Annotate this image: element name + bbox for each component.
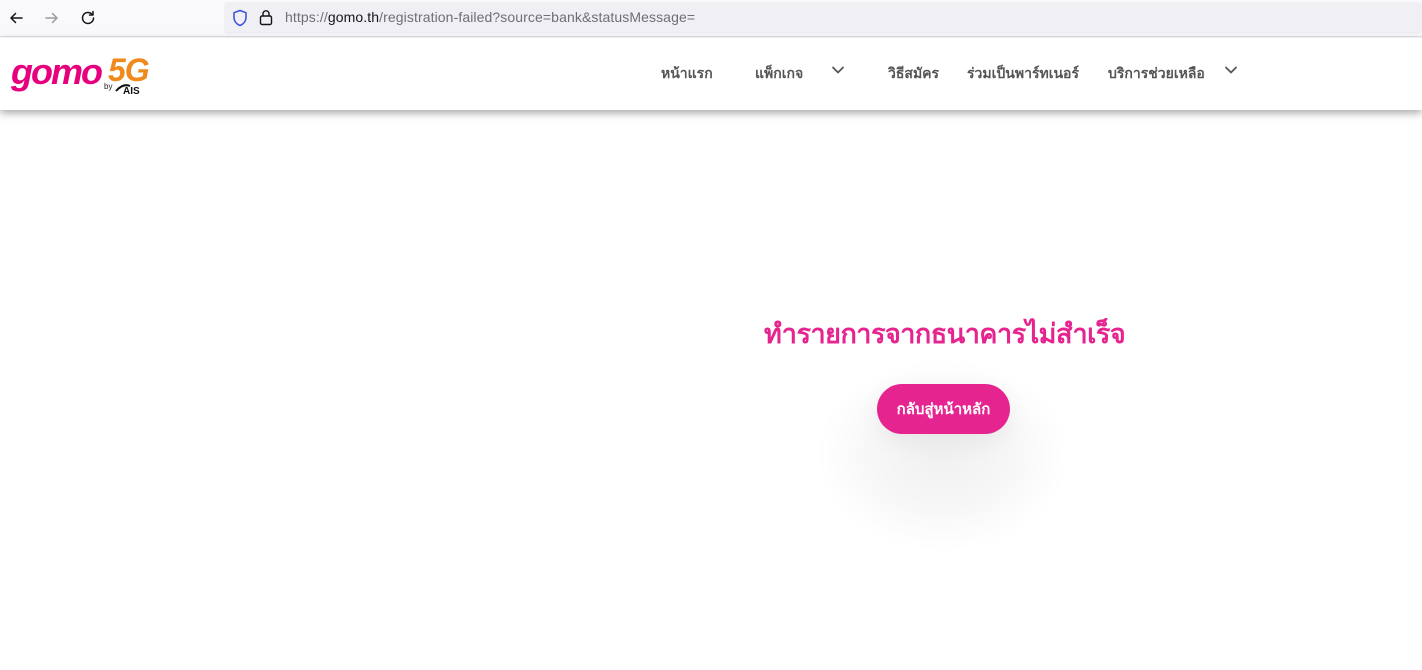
nav-support[interactable]: บริการช่วยเหลือ — [1108, 63, 1205, 85]
browser-toolbar: https://gomo.th/registration-failed?sour… — [0, 0, 1422, 37]
back-to-home-button[interactable]: กลับสู่หน้าหลัก — [877, 384, 1010, 434]
nav-how-to-register[interactable]: วิธีสมัคร — [888, 63, 939, 85]
reload-icon — [81, 10, 95, 25]
shield-icon[interactable] — [232, 9, 248, 27]
forward-arrow-icon — [45, 12, 58, 24]
nav-partner[interactable]: ร่วมเป็นพาร์ทเนอร์ — [967, 63, 1079, 85]
url-host: gomo.th — [327, 9, 380, 25]
reload-button[interactable] — [76, 6, 100, 30]
back-button[interactable] — [4, 6, 28, 30]
url-path: /registration-failed?source=bank&statusM… — [379, 9, 696, 25]
nav-home[interactable]: หน้าแรก — [661, 63, 713, 85]
url-scheme: https:// — [285, 9, 328, 25]
url-bar[interactable]: https://gomo.th/registration-failed?sour… — [224, 2, 1422, 34]
logo-word: gomo — [11, 51, 103, 92]
gomo-logo[interactable]: gomo 5G by AIS — [11, 52, 153, 98]
back-arrow-icon — [10, 12, 23, 24]
chevron-down-icon[interactable] — [831, 65, 845, 75]
logo-by: by — [104, 82, 113, 91]
page-title: ทำรายการจากธนาคารไม่สำเร็จ — [764, 319, 1126, 350]
url-text[interactable]: https://gomo.th/registration-failed?sour… — [285, 9, 695, 25]
chevron-down-icon[interactable] — [1224, 65, 1238, 75]
logo-ais: AIS — [123, 86, 140, 97]
forward-button[interactable] — [40, 6, 64, 30]
nav-packages[interactable]: แพ็กเกจ — [755, 63, 803, 85]
lock-icon[interactable] — [259, 9, 273, 26]
site-header: gomo 5G by AIS หน้าแรก แพ็กเกจ วิธีสมัคร… — [0, 38, 1422, 110]
